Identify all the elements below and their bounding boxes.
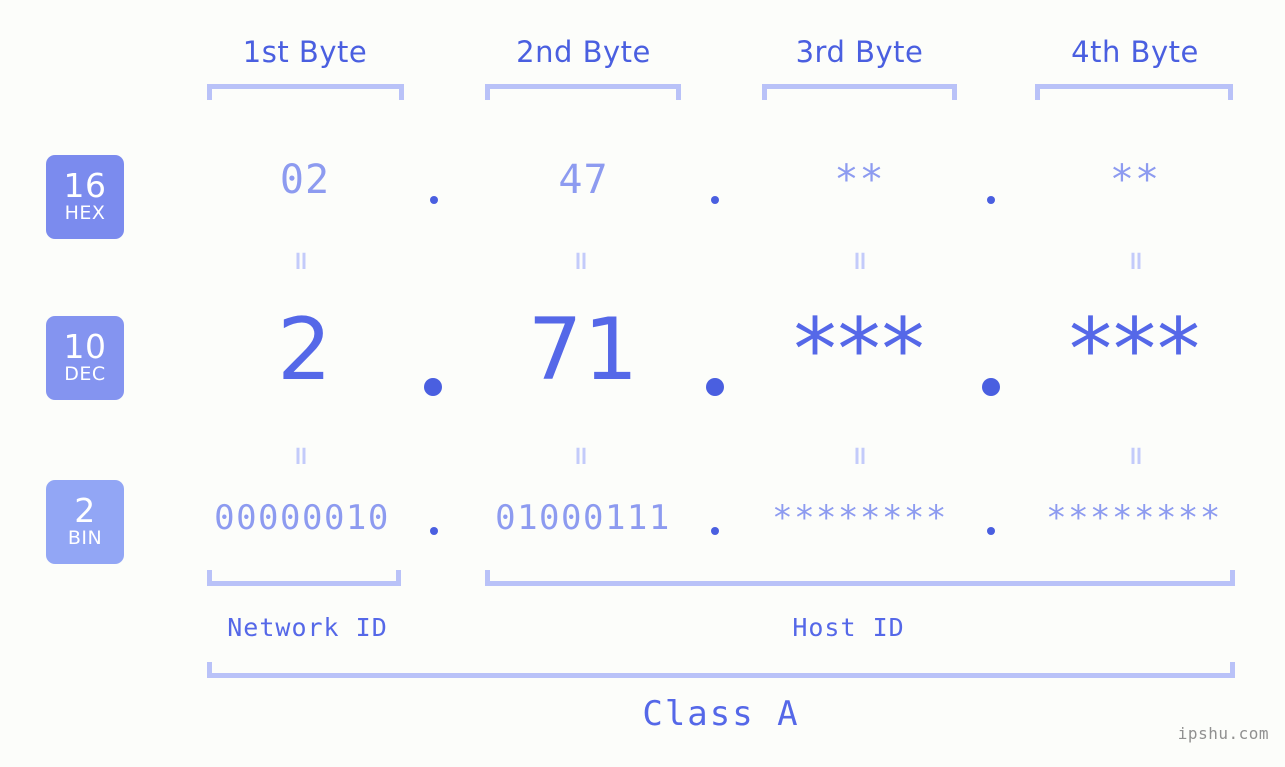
byte-bracket-2 xyxy=(485,84,681,100)
bin-separator-2 xyxy=(711,527,719,535)
hex-byte-1: 02 xyxy=(279,157,331,203)
network-id-label: Network ID xyxy=(227,613,388,642)
host-id-label: Host ID xyxy=(792,613,905,642)
bin-separator-3 xyxy=(987,527,995,535)
hex-byte-2: 47 xyxy=(558,157,609,203)
bin-byte-1: 00000010 xyxy=(214,498,390,538)
equals-mark-hex-dec-3: = xyxy=(845,250,875,272)
byte-header-3: 3rd Byte xyxy=(795,35,924,69)
equals-mark-dec-bin-3: = xyxy=(845,445,875,467)
byte-bracket-4 xyxy=(1035,84,1233,100)
bin-separator-1 xyxy=(430,527,438,535)
byte-header-2: 2nd Byte xyxy=(516,35,651,69)
byte-bracket-1 xyxy=(207,84,404,100)
radix-badge-dec-label: DEC xyxy=(64,363,106,385)
equals-mark-hex-dec-1: = xyxy=(286,250,316,272)
hex-byte-4: ** xyxy=(1109,157,1161,203)
radix-badge-hex-label: HEX xyxy=(64,202,106,224)
equals-mark-dec-bin-2: = xyxy=(566,445,596,467)
hex-separator-1 xyxy=(430,196,438,204)
site-watermark: ipshu.com xyxy=(1177,724,1269,743)
radix-badge-hex: 16 HEX xyxy=(46,155,124,239)
dec-byte-4: *** xyxy=(1069,300,1201,400)
network-id-bracket xyxy=(207,570,401,586)
radix-badge-hex-number: 16 xyxy=(63,166,107,205)
bin-byte-3: ******** xyxy=(772,498,948,538)
radix-badge-bin-label: BIN xyxy=(67,527,103,549)
hex-byte-3: ** xyxy=(834,157,885,203)
dec-byte-2: 71 xyxy=(527,300,640,400)
dec-separator-3 xyxy=(982,378,1000,396)
bin-byte-4: ******** xyxy=(1046,498,1222,538)
dec-separator-1 xyxy=(424,378,442,396)
hex-separator-3 xyxy=(987,196,995,204)
class-bracket xyxy=(207,662,1235,678)
radix-badge-dec-number: 10 xyxy=(63,327,107,366)
byte-header-1: 1st Byte xyxy=(242,35,368,69)
byte-header-4: 4th Byte xyxy=(1071,35,1199,69)
dec-byte-3: *** xyxy=(793,300,926,400)
radix-badge-dec: 10 DEC xyxy=(46,316,124,400)
dec-byte-1: 2 xyxy=(277,300,333,400)
equals-mark-dec-bin-4: = xyxy=(1121,445,1151,467)
hex-separator-2 xyxy=(711,196,719,204)
class-label: Class A xyxy=(642,694,800,734)
radix-badge-bin-number: 2 xyxy=(74,491,96,530)
equals-mark-hex-dec-4: = xyxy=(1121,250,1151,272)
byte-bracket-3 xyxy=(762,84,957,100)
equals-mark-hex-dec-2: = xyxy=(566,250,596,272)
radix-badge-bin: 2 BIN xyxy=(46,480,124,564)
dec-separator-2 xyxy=(706,378,724,396)
bin-byte-2: 01000111 xyxy=(495,498,671,538)
host-id-bracket xyxy=(485,570,1235,586)
ip-address-breakdown-diagram: 1st Byte 2nd Byte 3rd Byte 4th Byte 16 H… xyxy=(0,0,1285,767)
equals-mark-dec-bin-1: = xyxy=(286,445,316,467)
